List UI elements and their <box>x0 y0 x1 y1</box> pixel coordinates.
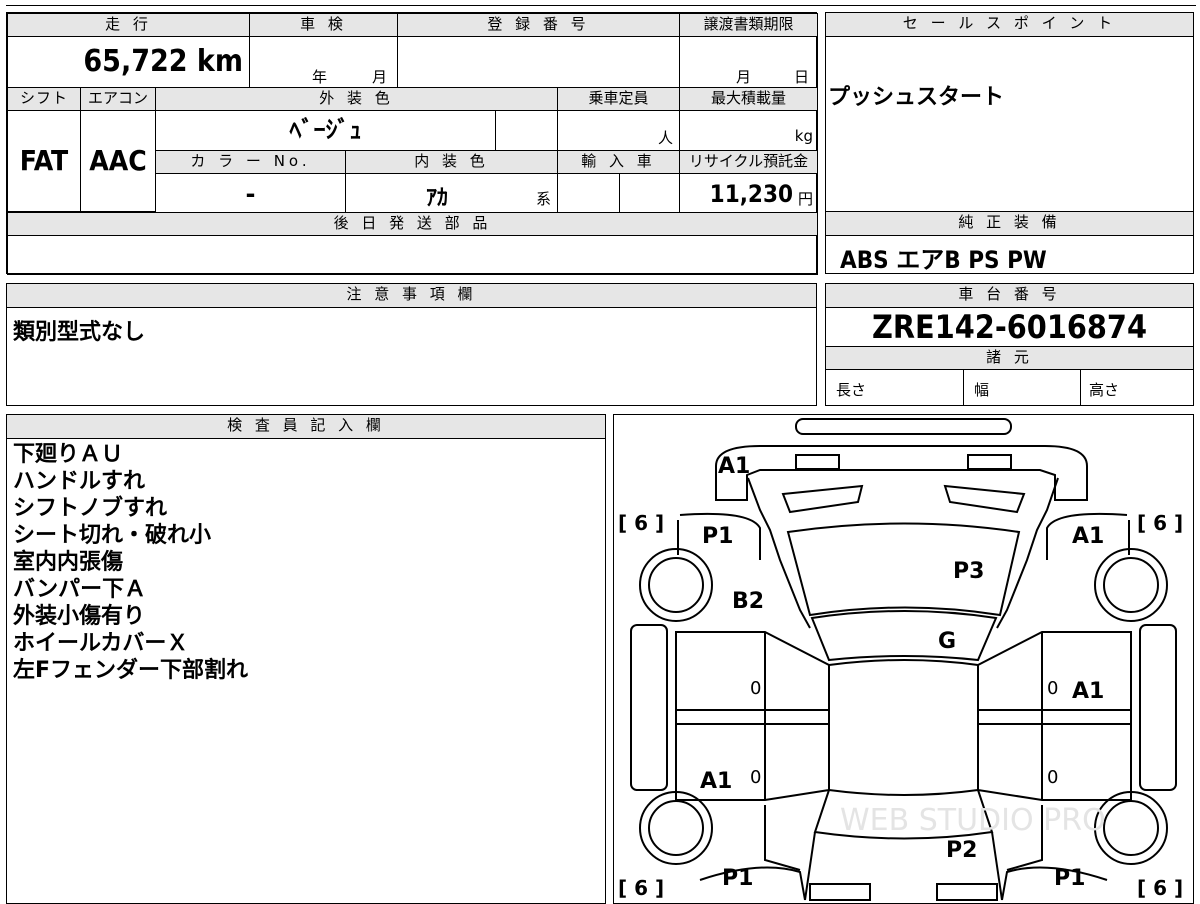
inspector-label: 検 査 員 記 入 欄 <box>6 414 606 439</box>
shaken-month: 月 <box>372 68 388 86</box>
mark-windshield: G <box>938 629 956 654</box>
aircon-label: エアコン <box>80 87 156 111</box>
mark-rear-left: P1 <box>722 866 753 891</box>
mark-right-front-door: A1 <box>1072 679 1104 704</box>
tire-fr-label: [ 6 ] <box>1137 511 1183 535</box>
capacity-unit: 人 <box>657 129 673 147</box>
import-value-a <box>557 173 620 213</box>
inspector-line: シフトノブすれ <box>13 496 168 521</box>
notes-box: 注 意 事 項 欄 類別型式なし <box>6 283 817 406</box>
inspector-lines: 下廻りＡＵ ハンドルすれ シフトノブすれ シート切れ・破れ小 室内内張傷 バンパ… <box>13 441 248 684</box>
mark-rear-right: P1 <box>1054 866 1085 891</box>
mileage-label: 走 行 <box>7 13 250 37</box>
zero-mark: 0 <box>750 678 761 699</box>
inspector-line: ハンドルすれ <box>13 469 146 494</box>
genuine-equipment-label: 純 正 装 備 <box>825 211 1194 236</box>
capacity-label: 乗車定員 <box>557 87 680 111</box>
recycle-value-cell: 11,230 円 <box>679 173 818 213</box>
max-load-label: 最大積載量 <box>679 87 818 111</box>
inspector-line: 左Fフェンダー下部割れ <box>13 658 249 683</box>
shaken-year: 年 <box>312 68 328 86</box>
tire-rr-label: [ 6 ] <box>1137 876 1183 900</box>
height-label: 高さ <box>1089 381 1120 399</box>
capacity-value: 人 <box>557 110 680 151</box>
notes-value: 類別型式なし <box>13 320 146 345</box>
sales-point-value: プッシュスタート <box>828 85 1005 110</box>
chassis-box: 車 台 番 号 ZRE142-6016874 諸 元 長さ 幅 高さ <box>825 283 1194 406</box>
zero-mark: 0 <box>1047 678 1058 699</box>
sales-point-label: セ ー ル ス ポ イ ン ト <box>825 12 1194 37</box>
transfer-month: 月 <box>736 68 752 86</box>
mark-left-rear-door: A1 <box>700 769 732 794</box>
car-diagram: [ 6 ] [ 6 ] [ 6 ] [ 6 ] 0 0 0 0 A1 P3 G … <box>618 418 1183 901</box>
genuine-equipment-value: ABS エアB PS PW <box>840 246 1047 274</box>
int-color-suffix: 系 <box>536 190 552 208</box>
ext-color-extra <box>495 110 558 151</box>
length-cell: 長さ <box>825 369 964 406</box>
tire-fl-label: [ 6 ] <box>618 511 664 535</box>
later-parts-label: 後 日 発 送 部 品 <box>7 212 818 236</box>
reg-number-value <box>397 36 680 88</box>
sales-point-box: セ ー ル ス ポ イ ン ト プッシュスタート <box>825 12 1194 212</box>
transfer-day: 日 <box>794 68 810 86</box>
ext-color-label: 外 装 色 <box>155 87 558 111</box>
notes-label: 注 意 事 項 欄 <box>6 283 817 308</box>
ext-color-value: ﾍﾞｰｼﾞｭ <box>155 110 496 151</box>
transfer-deadline-value: 月 日 <box>679 36 818 88</box>
mark-front-bumper: A1 <box>718 454 750 479</box>
chassis-value: ZRE142-6016874 <box>872 308 1147 346</box>
shift-value: FAT <box>7 110 81 212</box>
mark-roof: P2 <box>946 838 977 863</box>
recycle-label: リサイクル預託金 <box>679 150 818 174</box>
genuine-equipment-box: 純 正 装 備 ABS エアB PS PW <box>825 211 1194 274</box>
int-color-label: 内 装 色 <box>345 150 558 174</box>
inspector-box: 検 査 員 記 入 欄 下廻りＡＵ ハンドルすれ シフトノブすれ シート切れ・破… <box>6 414 606 904</box>
max-load-value: kg <box>679 110 818 151</box>
aircon-value: AAC <box>80 110 156 212</box>
int-color-value-cell: ｱｶ 系 <box>345 173 558 213</box>
height-cell: 高さ <box>1080 369 1194 406</box>
transfer-deadline-label: 譲渡書類期限 <box>679 13 818 37</box>
reg-number-label: 登 録 番 号 <box>397 13 680 37</box>
inspector-line: 外装小傷有り <box>13 604 146 629</box>
damage-diagram-box: [ 6 ] [ 6 ] [ 6 ] [ 6 ] 0 0 0 0 A1 P3 G … <box>613 414 1194 904</box>
shaken-value: 年 月 <box>249 36 398 88</box>
width-label: 幅 <box>974 381 990 399</box>
color-no-label: カ ラ ー No. <box>155 150 346 174</box>
int-color-value: ｱｶ <box>426 186 449 211</box>
import-value-b <box>619 173 680 213</box>
chassis-label: 車 台 番 号 <box>825 283 1194 308</box>
tire-rl-label: [ 6 ] <box>618 876 664 900</box>
later-parts-value <box>7 235 818 275</box>
mark-front-left-fender: P1 <box>702 524 733 549</box>
zero-mark: 0 <box>1047 767 1058 788</box>
shift-label: シフト <box>7 87 81 111</box>
vehicle-info-sheet: 走 行 車 検 登 録 番 号 譲渡書類期限 65,722 km 年 月 月 日… <box>6 12 818 275</box>
inspector-line: 室内内張傷 <box>13 550 124 575</box>
max-load-unit: kg <box>794 127 813 145</box>
inspector-line: ホイールカバーＸ <box>13 631 189 656</box>
recycle-value: 11,230 <box>709 180 793 208</box>
width-cell: 幅 <box>963 369 1081 406</box>
specs-label: 諸 元 <box>825 346 1194 370</box>
mileage-value: 65,722 km <box>7 36 250 88</box>
zero-mark: 0 <box>750 767 761 788</box>
recycle-unit: 円 <box>797 190 813 208</box>
color-no-value: - <box>155 173 346 213</box>
import-label: 輸 入 車 <box>557 150 680 174</box>
inspector-line: シート切れ・破れ小 <box>13 523 212 548</box>
watermark: WEB STUDIO PRO <box>840 803 1106 838</box>
mark-left-a-pillar: B2 <box>732 589 764 614</box>
mark-front-right-fender: A1 <box>1072 524 1104 549</box>
inspector-line: バンパー下Ａ <box>13 577 147 602</box>
shaken-label: 車 検 <box>249 13 398 37</box>
length-label: 長さ <box>836 381 867 399</box>
top-strip <box>0 0 1200 6</box>
inspector-line: 下廻りＡＵ <box>13 442 124 467</box>
mark-hood: P3 <box>953 559 984 584</box>
